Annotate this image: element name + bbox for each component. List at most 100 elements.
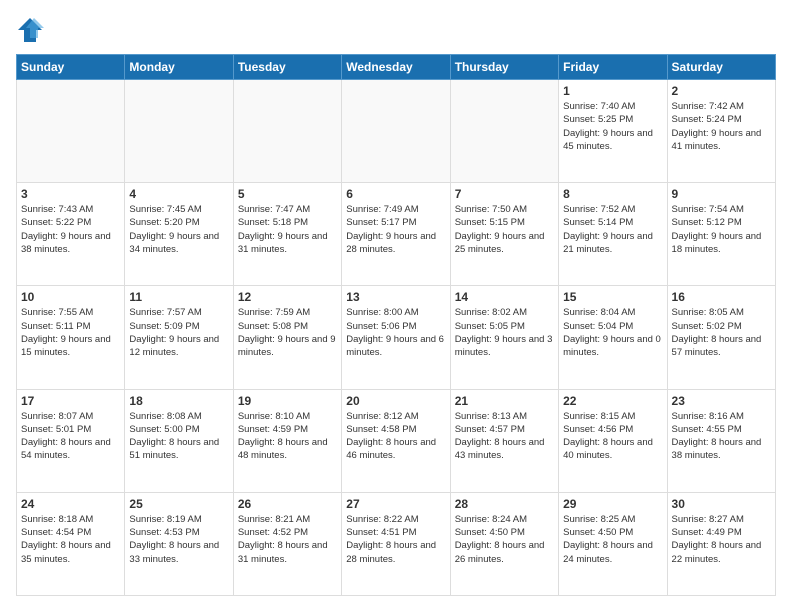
calendar-day-cell [17, 80, 125, 183]
day-number: 25 [129, 497, 228, 511]
calendar-week-row: 3 Sunrise: 7:43 AM Sunset: 5:22 PM Daylig… [17, 183, 776, 286]
calendar-day-cell: 26Sunrise: 8:21 AM Sunset: 4:52 PM Dayli… [233, 492, 341, 595]
day-info: Sunrise: 8:27 AM Sunset: 4:49 PM Dayligh… [672, 513, 771, 566]
calendar-day-cell: 22 Sunrise: 8:15 AM Sunset: 4:56 PM Dayli… [559, 389, 667, 492]
calendar-day-cell: 8 Sunrise: 7:52 AM Sunset: 5:14 PM Daylig… [559, 183, 667, 286]
calendar-day-cell: 20 Sunrise: 8:12 AM Sunset: 4:58 PM Dayli… [342, 389, 450, 492]
day-number: 11 [129, 290, 228, 304]
day-info: Sunrise: 7:40 AM Sunset: 5:25 PM Dayligh… [563, 100, 662, 153]
calendar-day-cell [450, 80, 558, 183]
day-number: 30 [672, 497, 771, 511]
calendar-day-cell: 15 Sunrise: 8:04 AM Sunset: 5:04 PM Dayli… [559, 286, 667, 389]
day-info: Sunrise: 8:19 AM Sunset: 4:53 PM Dayligh… [129, 513, 228, 566]
calendar-day-cell: 19 Sunrise: 8:10 AM Sunset: 4:59 PM Dayli… [233, 389, 341, 492]
day-number: 9 [672, 187, 771, 201]
calendar-header-row: SundayMondayTuesdayWednesdayThursdayFrid… [17, 55, 776, 80]
calendar-day-header: Saturday [667, 55, 775, 80]
header [16, 16, 776, 44]
day-info: Sunrise: 7:54 AM Sunset: 5:12 PM Dayligh… [672, 203, 771, 256]
day-info: Sunrise: 8:02 AM Sunset: 5:05 PM Dayligh… [455, 306, 554, 359]
calendar-day-cell: 23 Sunrise: 8:16 AM Sunset: 4:55 PM Dayli… [667, 389, 775, 492]
day-number: 10 [21, 290, 120, 304]
day-number: 22 [563, 394, 662, 408]
day-number: 2 [672, 84, 771, 98]
day-number: 19 [238, 394, 337, 408]
day-number: 20 [346, 394, 445, 408]
day-info: Sunrise: 8:10 AM Sunset: 4:59 PM Dayligh… [238, 410, 337, 463]
day-info: Sunrise: 7:57 AM Sunset: 5:09 PM Dayligh… [129, 306, 228, 359]
day-number: 7 [455, 187, 554, 201]
day-info: Sunrise: 8:25 AM Sunset: 4:50 PM Dayligh… [563, 513, 662, 566]
calendar-day-header: Monday [125, 55, 233, 80]
calendar-day-cell: 14 Sunrise: 8:02 AM Sunset: 5:05 PM Dayli… [450, 286, 558, 389]
calendar-day-cell [125, 80, 233, 183]
calendar-day-cell: 16 Sunrise: 8:05 AM Sunset: 5:02 PM Dayli… [667, 286, 775, 389]
day-info: Sunrise: 8:18 AM Sunset: 4:54 PM Dayligh… [21, 513, 120, 566]
calendar-day-header: Thursday [450, 55, 558, 80]
day-number: 14 [455, 290, 554, 304]
calendar-day-cell [342, 80, 450, 183]
day-info: Sunrise: 7:55 AM Sunset: 5:11 PM Dayligh… [21, 306, 120, 359]
day-info: Sunrise: 8:07 AM Sunset: 5:01 PM Dayligh… [21, 410, 120, 463]
calendar-day-cell: 27Sunrise: 8:22 AM Sunset: 4:51 PM Dayli… [342, 492, 450, 595]
calendar-day-cell: 13 Sunrise: 8:00 AM Sunset: 5:06 PM Dayli… [342, 286, 450, 389]
day-info: Sunrise: 7:47 AM Sunset: 5:18 PM Dayligh… [238, 203, 337, 256]
calendar-day-cell: 4Sunrise: 7:45 AM Sunset: 5:20 PM Daylig… [125, 183, 233, 286]
calendar-day-header: Tuesday [233, 55, 341, 80]
calendar-day-cell: 12 Sunrise: 7:59 AM Sunset: 5:08 PM Dayli… [233, 286, 341, 389]
calendar-day-cell: 21 Sunrise: 8:13 AM Sunset: 4:57 PM Dayli… [450, 389, 558, 492]
calendar-day-cell: 24Sunrise: 8:18 AM Sunset: 4:54 PM Dayli… [17, 492, 125, 595]
calendar-day-cell: 29 Sunrise: 8:25 AM Sunset: 4:50 PM Dayli… [559, 492, 667, 595]
page: SundayMondayTuesdayWednesdayThursdayFrid… [0, 0, 792, 612]
day-number: 26 [238, 497, 337, 511]
day-info: Sunrise: 7:49 AM Sunset: 5:17 PM Dayligh… [346, 203, 445, 256]
calendar: SundayMondayTuesdayWednesdayThursdayFrid… [16, 54, 776, 596]
day-info: Sunrise: 8:16 AM Sunset: 4:55 PM Dayligh… [672, 410, 771, 463]
calendar-week-row: 1 Sunrise: 7:40 AM Sunset: 5:25 PM Daylig… [17, 80, 776, 183]
calendar-day-cell: 11 Sunrise: 7:57 AM Sunset: 5:09 PM Dayli… [125, 286, 233, 389]
calendar-day-cell: 18Sunrise: 8:08 AM Sunset: 5:00 PM Dayli… [125, 389, 233, 492]
calendar-day-cell: 3 Sunrise: 7:43 AM Sunset: 5:22 PM Daylig… [17, 183, 125, 286]
day-number: 18 [129, 394, 228, 408]
calendar-day-cell [233, 80, 341, 183]
day-number: 3 [21, 187, 120, 201]
day-number: 8 [563, 187, 662, 201]
calendar-day-cell: 17 Sunrise: 8:07 AM Sunset: 5:01 PM Dayli… [17, 389, 125, 492]
calendar-week-row: 17 Sunrise: 8:07 AM Sunset: 5:01 PM Dayli… [17, 389, 776, 492]
day-info: Sunrise: 8:12 AM Sunset: 4:58 PM Dayligh… [346, 410, 445, 463]
day-number: 16 [672, 290, 771, 304]
day-info: Sunrise: 7:50 AM Sunset: 5:15 PM Dayligh… [455, 203, 554, 256]
calendar-day-cell: 28 Sunrise: 8:24 AM Sunset: 4:50 PM Dayli… [450, 492, 558, 595]
day-info: Sunrise: 8:00 AM Sunset: 5:06 PM Dayligh… [346, 306, 445, 359]
day-info: Sunrise: 8:13 AM Sunset: 4:57 PM Dayligh… [455, 410, 554, 463]
day-number: 1 [563, 84, 662, 98]
day-number: 29 [563, 497, 662, 511]
day-number: 28 [455, 497, 554, 511]
day-info: Sunrise: 8:04 AM Sunset: 5:04 PM Dayligh… [563, 306, 662, 359]
day-info: Sunrise: 7:45 AM Sunset: 5:20 PM Dayligh… [129, 203, 228, 256]
day-number: 23 [672, 394, 771, 408]
calendar-day-cell: 30 Sunrise: 8:27 AM Sunset: 4:49 PM Dayli… [667, 492, 775, 595]
logo [16, 16, 48, 44]
day-number: 15 [563, 290, 662, 304]
calendar-day-cell: 5 Sunrise: 7:47 AM Sunset: 5:18 PM Daylig… [233, 183, 341, 286]
day-number: 21 [455, 394, 554, 408]
calendar-day-cell: 10 Sunrise: 7:55 AM Sunset: 5:11 PM Dayli… [17, 286, 125, 389]
day-number: 17 [21, 394, 120, 408]
day-info: Sunrise: 7:59 AM Sunset: 5:08 PM Dayligh… [238, 306, 337, 359]
calendar-day-cell: 2Sunrise: 7:42 AM Sunset: 5:24 PM Daylig… [667, 80, 775, 183]
calendar-day-header: Friday [559, 55, 667, 80]
day-number: 13 [346, 290, 445, 304]
day-info: Sunrise: 8:22 AM Sunset: 4:51 PM Dayligh… [346, 513, 445, 566]
day-info: Sunrise: 8:05 AM Sunset: 5:02 PM Dayligh… [672, 306, 771, 359]
day-info: Sunrise: 8:24 AM Sunset: 4:50 PM Dayligh… [455, 513, 554, 566]
day-info: Sunrise: 7:43 AM Sunset: 5:22 PM Dayligh… [21, 203, 120, 256]
calendar-day-cell: 9 Sunrise: 7:54 AM Sunset: 5:12 PM Daylig… [667, 183, 775, 286]
calendar-day-header: Wednesday [342, 55, 450, 80]
calendar-week-row: 10 Sunrise: 7:55 AM Sunset: 5:11 PM Dayli… [17, 286, 776, 389]
day-info: Sunrise: 7:52 AM Sunset: 5:14 PM Dayligh… [563, 203, 662, 256]
logo-icon [16, 16, 44, 44]
day-number: 12 [238, 290, 337, 304]
day-info: Sunrise: 8:15 AM Sunset: 4:56 PM Dayligh… [563, 410, 662, 463]
day-number: 5 [238, 187, 337, 201]
